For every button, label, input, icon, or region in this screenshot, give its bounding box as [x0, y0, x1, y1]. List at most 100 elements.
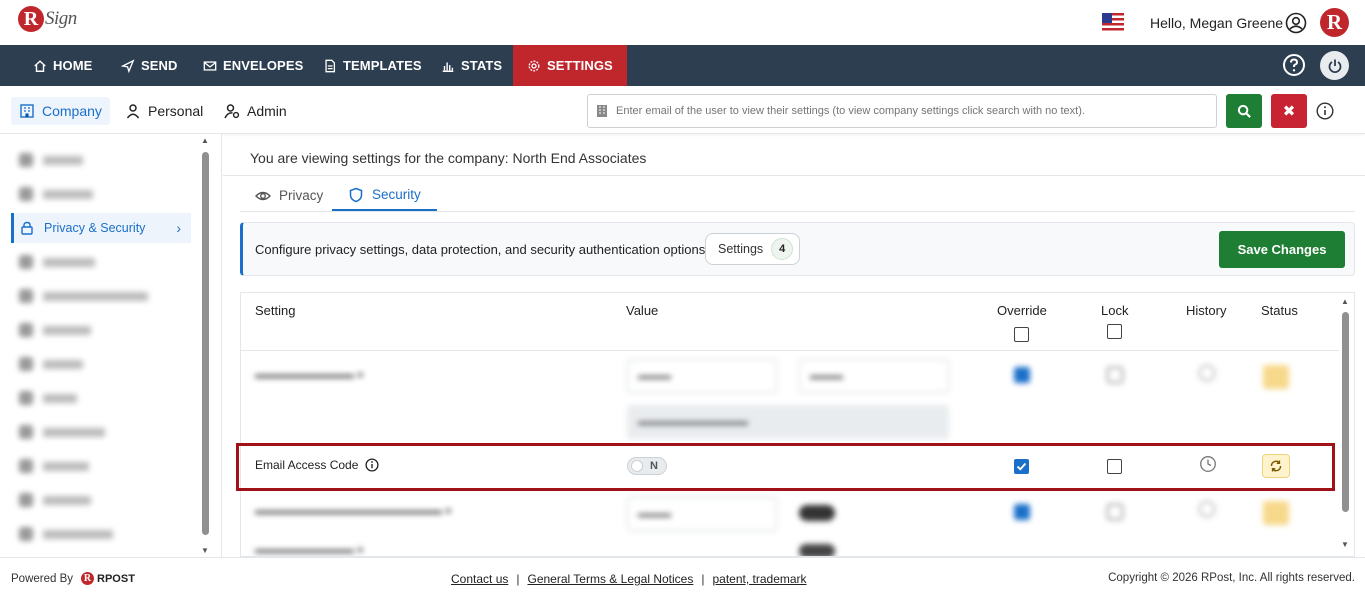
main-nav: HOME SEND ENVELOPES TEMPLATES STATS SETT… [0, 45, 1365, 86]
tab-admin[interactable]: Admin [224, 97, 287, 125]
powered-by-label: Powered By [11, 572, 74, 585]
search-button[interactable] [1226, 94, 1262, 128]
contact-us-link[interactable]: Contact us [451, 572, 508, 586]
help-icon[interactable] [1282, 53, 1306, 77]
nav-stats[interactable]: STATS [441, 45, 502, 86]
nav-home[interactable]: HOME [33, 45, 92, 86]
sidebar-item-blurred[interactable] [11, 485, 191, 515]
send-icon [121, 58, 135, 73]
table-scroll-thumb[interactable] [1342, 312, 1349, 512]
info-icon[interactable] [1316, 102, 1334, 120]
divider [240, 211, 1355, 212]
settings-sidebar: Privacy & Security › ▲ ▼ [0, 134, 222, 557]
sidebar-item-label: Privacy & Security [44, 221, 146, 235]
highlight-box [236, 443, 1335, 491]
sidebar-item-privacy-security[interactable]: Privacy & Security › [11, 213, 191, 243]
settings-subnav: Company Personal Admin ✖ [0, 86, 1365, 134]
settings-info-card: Configure privacy settings, data protect… [240, 222, 1355, 276]
home-icon [34, 59, 46, 72]
nav-envelopes-label: ENVELOPES [223, 58, 304, 73]
sidebar-item-blurred[interactable] [11, 417, 191, 447]
tab-privacy[interactable]: Privacy [255, 180, 323, 211]
sidebar-scroll-thumb[interactable] [202, 152, 209, 535]
lock-all-checkbox[interactable] [1107, 324, 1122, 339]
sidebar-item-blurred[interactable] [11, 349, 191, 379]
table-row-blurred: ▬▬▬▬▬▬▬▬▬ ● ▬▬▬ ▬▬▬ ▬▬▬▬▬▬▬▬▬▬ [241, 353, 1339, 448]
table-row-blurred: ▬▬▬▬▬▬▬▬▬ ● [241, 538, 1339, 556]
powered-by: Powered By R RPOST [11, 572, 135, 585]
table-scroll-down[interactable]: ▼ [1341, 540, 1349, 549]
terms-link[interactable]: General Terms & Legal Notices [528, 572, 694, 586]
tab-admin-label: Admin [247, 103, 287, 119]
nav-settings[interactable]: SETTINGS [513, 45, 627, 86]
patent-link[interactable]: patent, trademark [712, 572, 806, 586]
logout-button[interactable] [1320, 51, 1349, 80]
table-scroll-up[interactable]: ▲ [1341, 297, 1349, 306]
nav-home-label: HOME [53, 58, 93, 73]
user-profile-icon[interactable] [1285, 12, 1307, 34]
override-all-checkbox[interactable] [1014, 327, 1029, 342]
separator: | [516, 572, 520, 586]
header-override: Override [997, 303, 1047, 318]
document-icon [325, 59, 336, 72]
building-icon [20, 104, 34, 118]
person-gear-icon [224, 104, 240, 119]
user-search-field[interactable] [587, 94, 1217, 128]
save-changes-button[interactable]: Save Changes [1219, 231, 1345, 268]
nav-stats-label: STATS [461, 58, 503, 73]
footer-links: Contact us | General Terms & Legal Notic… [451, 572, 807, 586]
sidebar-item-blurred[interactable] [11, 247, 191, 277]
bar-chart-icon [442, 62, 454, 72]
copyright: Copyright © 2026 RPost, Inc. All rights … [1108, 572, 1355, 584]
nav-envelopes[interactable]: ENVELOPES [203, 45, 303, 86]
tab-privacy-label: Privacy [279, 188, 324, 203]
us-flag-icon[interactable] [1102, 13, 1124, 33]
divider [223, 175, 1365, 176]
building-small-icon [597, 105, 607, 117]
sidebar-item-blurred[interactable] [11, 383, 191, 413]
clear-search-button[interactable]: ✖ [1271, 94, 1307, 128]
user-search-input[interactable] [616, 105, 1206, 117]
rsign-logo[interactable]: R Sign [18, 6, 77, 32]
nav-templates[interactable]: TEMPLATES [323, 45, 422, 86]
tab-company[interactable]: Company [11, 97, 110, 125]
logo-text: Sign [45, 8, 77, 29]
sidebar-item-blurred[interactable] [11, 315, 191, 345]
sidebar-item-blurred[interactable] [11, 451, 191, 481]
footer: Powered By R RPOST Contact us | General … [0, 557, 1365, 596]
person-icon [126, 104, 140, 119]
tab-company-label: Company [42, 103, 102, 119]
rpost-logo-icon: R [81, 572, 95, 585]
tab-personal-label: Personal [148, 103, 204, 119]
tab-security-label: Security [372, 187, 421, 202]
user-greeting: Hello, Megan Greene [1150, 15, 1284, 31]
envelope-icon [203, 60, 217, 71]
nav-send[interactable]: SEND [121, 45, 178, 86]
chevron-right-icon: › [176, 220, 181, 236]
logo-r-mark: R [18, 6, 44, 32]
info-description: Configure privacy settings, data protect… [255, 242, 709, 257]
brand-r-icon[interactable]: R [1320, 8, 1349, 37]
rpost-text: RPOST [97, 572, 135, 585]
eye-icon [255, 191, 271, 200]
settings-count-badge: Settings 4 [705, 233, 801, 265]
power-icon [1328, 59, 1341, 73]
shield-icon [349, 187, 363, 202]
separator: | [701, 572, 705, 586]
sidebar-item-blurred[interactable] [11, 281, 191, 311]
settings-count: 4 [771, 238, 794, 260]
sidebar-item-blurred[interactable] [11, 519, 191, 549]
tab-security[interactable]: Security [332, 180, 437, 211]
close-icon: ✖ [1282, 103, 1296, 120]
sidebar-item-blurred[interactable] [11, 145, 191, 175]
settings-count-label: Settings [718, 242, 764, 256]
top-header: R Sign Hello, Megan Greene R [0, 0, 1365, 45]
tab-personal[interactable]: Personal [125, 97, 203, 125]
sidebar-item-blurred[interactable] [11, 179, 191, 209]
nav-settings-label: SETTINGS [547, 58, 613, 73]
nav-templates-label: TEMPLATES [343, 58, 422, 73]
header-value: Value [626, 303, 659, 318]
header-setting: Setting [255, 303, 296, 318]
header-status: Status [1261, 303, 1298, 318]
table-header: Setting Value Override Lock History Stat… [241, 293, 1339, 351]
